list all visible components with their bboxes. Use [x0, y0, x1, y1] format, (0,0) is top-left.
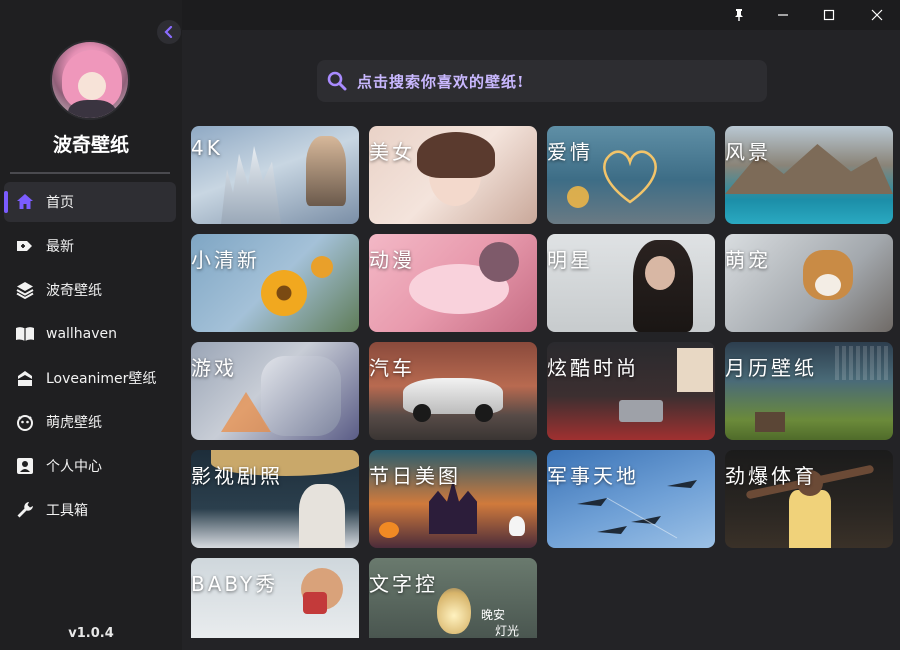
sidebar-item-label: 萌虎壁纸 [46, 415, 102, 431]
category-label: 明星 [547, 248, 593, 272]
category-card-anime[interactable]: 动漫 [369, 234, 537, 332]
category-label: BABY秀 [191, 572, 279, 596]
category-card-games[interactable]: 游戏 [191, 342, 359, 440]
app-window: 波奇壁纸 首页 最新 波奇壁纸 wallhaven Loveanimer壁纸 萌… [0, 0, 900, 650]
category-card-sports[interactable]: 劲爆体育 [725, 450, 893, 548]
card-overlay-text-1: 晚安 [481, 608, 506, 622]
sidebar-item-bocchi[interactable]: 波奇壁纸 [4, 270, 176, 310]
category-card-4k[interactable]: 4K [191, 126, 359, 224]
category-label: 影视剧照 [191, 464, 283, 488]
search-bar[interactable]: 点击搜索你喜欢的壁纸! [317, 60, 767, 102]
category-card-movies[interactable]: 影视剧照 [191, 450, 359, 548]
sidebar-item-label: 波奇壁纸 [46, 283, 102, 299]
collapse-sidebar-button[interactable] [157, 20, 181, 44]
avatar[interactable] [50, 40, 130, 120]
category-card-calendar[interactable]: 月历壁纸 [725, 342, 893, 440]
main-content: 点击搜索你喜欢的壁纸! 4K 美女 爱情 风景 小清新 动漫 明星 萌宠 游戏 … [182, 30, 900, 650]
category-card-beauty[interactable]: 美女 [369, 126, 537, 224]
search-placeholder: 点击搜索你喜欢的壁纸! [357, 72, 525, 91]
category-card-love[interactable]: 爱情 [547, 126, 715, 224]
category-label: 月历壁纸 [725, 356, 817, 380]
app-title: 波奇壁纸 [52, 134, 129, 156]
layers-icon [14, 279, 36, 301]
sidebar-divider [10, 172, 170, 174]
sidebar-item-label: wallhaven [46, 326, 118, 342]
wrench-icon [14, 499, 36, 521]
sidebar-item-label: 个人中心 [46, 459, 102, 475]
user-icon [14, 455, 36, 477]
category-card-pets[interactable]: 萌宠 [725, 234, 893, 332]
chevron-left-icon [164, 26, 173, 38]
category-label: 劲爆体育 [725, 464, 817, 488]
close-button[interactable] [865, 4, 889, 26]
sidebar-item-toolbox[interactable]: 工具箱 [4, 490, 176, 530]
minimize-icon [778, 14, 788, 16]
category-card-scenery[interactable]: 风景 [725, 126, 893, 224]
card-overlay-text-2: 灯光 [495, 624, 520, 638]
category-label: 节日美图 [369, 464, 461, 488]
sidebar-item-tiger[interactable]: 萌虎壁纸 [4, 402, 176, 442]
category-label: 风景 [725, 140, 771, 164]
book-icon [14, 323, 36, 345]
search-icon [327, 71, 347, 91]
sidebar-item-home[interactable]: 首页 [4, 182, 176, 222]
sidebar-item-profile[interactable]: 个人中心 [4, 446, 176, 486]
category-card-stars[interactable]: 明星 [547, 234, 715, 332]
category-label: 文字控 [369, 572, 438, 596]
category-card-baby[interactable]: BABY秀 [191, 558, 359, 638]
sidebar-item-label: 首页 [46, 195, 74, 211]
sidebar-nav: 首页 最新 波奇壁纸 wallhaven Loveanimer壁纸 萌虎壁纸 个… [4, 182, 176, 534]
sidebar-item-label: 工具箱 [46, 503, 88, 519]
category-card-military[interactable]: 军事天地 [547, 450, 715, 548]
pin-icon [735, 9, 743, 21]
stack-icon [14, 367, 36, 389]
tiger-icon [14, 411, 36, 433]
sidebar-item-label: Loveanimer壁纸 [46, 371, 157, 387]
home-icon [14, 191, 36, 213]
category-label: 军事天地 [547, 464, 639, 488]
category-label: 美女 [369, 140, 415, 164]
category-label: 小清新 [191, 248, 260, 272]
sidebar-item-latest[interactable]: 最新 [4, 226, 176, 266]
category-card-fashion[interactable]: 炫酷时尚 [547, 342, 715, 440]
new-tag-icon [14, 235, 36, 257]
category-label: 游戏 [191, 356, 237, 380]
sidebar: 波奇壁纸 首页 最新 波奇壁纸 wallhaven Loveanimer壁纸 萌… [0, 0, 182, 650]
category-label: 萌宠 [725, 248, 771, 272]
category-label: 爱情 [547, 140, 593, 164]
version-label: v1.0.4 [68, 626, 114, 641]
sidebar-item-label: 最新 [46, 239, 74, 255]
category-label: 炫酷时尚 [547, 356, 639, 380]
pin-button[interactable] [727, 4, 751, 26]
category-card-text[interactable]: 晚安 灯光 文字控 [369, 558, 537, 638]
maximize-button[interactable] [817, 4, 841, 26]
category-card-fresh[interactable]: 小清新 [191, 234, 359, 332]
minimize-button[interactable] [771, 4, 795, 26]
category-label: 动漫 [369, 248, 415, 272]
close-icon [871, 9, 883, 21]
sidebar-item-wallhaven[interactable]: wallhaven [4, 314, 176, 354]
category-label: 4K [191, 136, 223, 160]
category-label: 汽车 [369, 356, 415, 380]
category-card-festival[interactable]: 节日美图 [369, 450, 537, 548]
category-card-cars[interactable]: 汽车 [369, 342, 537, 440]
sidebar-item-loveanimer[interactable]: Loveanimer壁纸 [4, 358, 176, 398]
maximize-icon [823, 9, 835, 21]
